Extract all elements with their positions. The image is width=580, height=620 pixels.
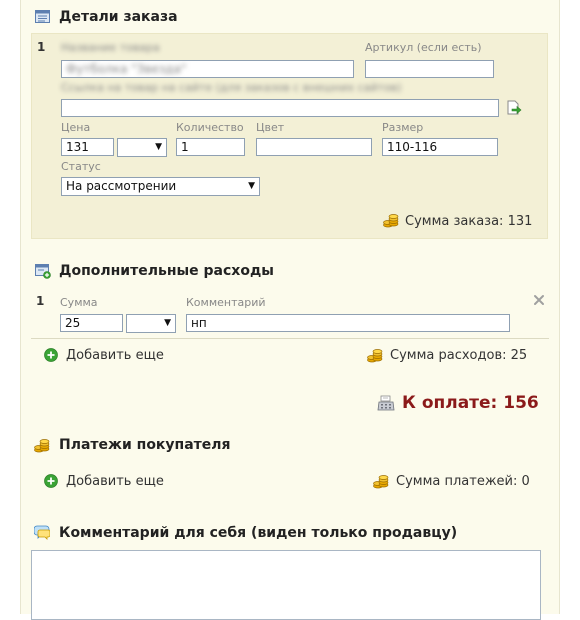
chevron-down-icon: ▼ (164, 318, 171, 328)
extra-costs-sum: Сумма расходов: 25 (390, 348, 528, 363)
open-link-icon[interactable] (506, 100, 522, 116)
size-label: Размер (382, 121, 424, 134)
extra-add-more-link[interactable]: Добавить еще (66, 348, 164, 363)
delete-icon[interactable] (533, 294, 545, 306)
coins-icon (373, 473, 389, 489)
total-to-pay: К оплате: 156 (402, 393, 539, 413)
divider (31, 338, 549, 339)
coins-icon (367, 347, 383, 363)
comment-icon (33, 525, 51, 541)
product-link-input[interactable] (61, 99, 499, 117)
extra-sum-label: Сумма (60, 296, 98, 309)
color-label: Цвет (256, 121, 285, 134)
payments-title: Платежи покупателя (59, 437, 231, 453)
quantity-label: Количество (176, 121, 244, 134)
cash-register-icon (377, 394, 395, 412)
list-icon (35, 10, 51, 24)
sku-input[interactable] (365, 60, 494, 78)
extra-sum-input[interactable]: 25 (60, 314, 123, 332)
product-name-label: Название товара (61, 41, 160, 54)
order-form-panel: Детали заказа 1 Название товара Футболка… (20, 0, 560, 620)
order-item-number: 1 (37, 40, 46, 54)
status-label: Статус (61, 160, 101, 173)
extra-comment-input[interactable]: нп (186, 314, 510, 332)
order-details-title: Детали заказа (59, 9, 178, 25)
order-item-box: 1 Название товара Футболка "Звезда" Арти… (31, 33, 548, 239)
extra-item-number: 1 (36, 294, 45, 308)
payments-add-more-link[interactable]: Добавить еще (66, 474, 164, 489)
chevron-down-icon: ▼ (155, 142, 162, 152)
quantity-input[interactable]: 1 (176, 138, 245, 156)
chevron-down-icon: ▼ (248, 181, 255, 191)
form-add-icon (35, 264, 51, 279)
sku-label: Артикул (если есть) (365, 41, 482, 54)
color-input[interactable] (256, 138, 372, 156)
add-icon[interactable] (44, 348, 58, 362)
product-name-input[interactable]: Футболка "Звезда" (61, 60, 354, 78)
status-select[interactable]: На рассмотрении ▼ (61, 177, 260, 196)
currency-select[interactable]: ▼ (117, 138, 167, 157)
coins-icon (383, 212, 399, 228)
comment-textarea[interactable] (31, 550, 541, 620)
order-sum: Сумма заказа: 131 (405, 214, 533, 229)
coins-icon (34, 437, 50, 453)
product-link-label: Ссылка на товар на сайте (для заказов с … (61, 81, 402, 94)
comment-title: Комментарий для себя (виден только прода… (59, 525, 458, 541)
price-label: Цена (61, 121, 91, 134)
price-input[interactable]: 131 (61, 138, 114, 156)
add-icon[interactable] (44, 474, 58, 488)
extra-currency-select[interactable]: ▼ (126, 314, 176, 333)
size-input[interactable]: 110-116 (382, 138, 498, 156)
extra-costs-title: Дополнительные расходы (59, 263, 274, 279)
extra-comment-label: Комментарий (186, 296, 266, 309)
payments-sum: Сумма платежей: 0 (396, 474, 530, 489)
